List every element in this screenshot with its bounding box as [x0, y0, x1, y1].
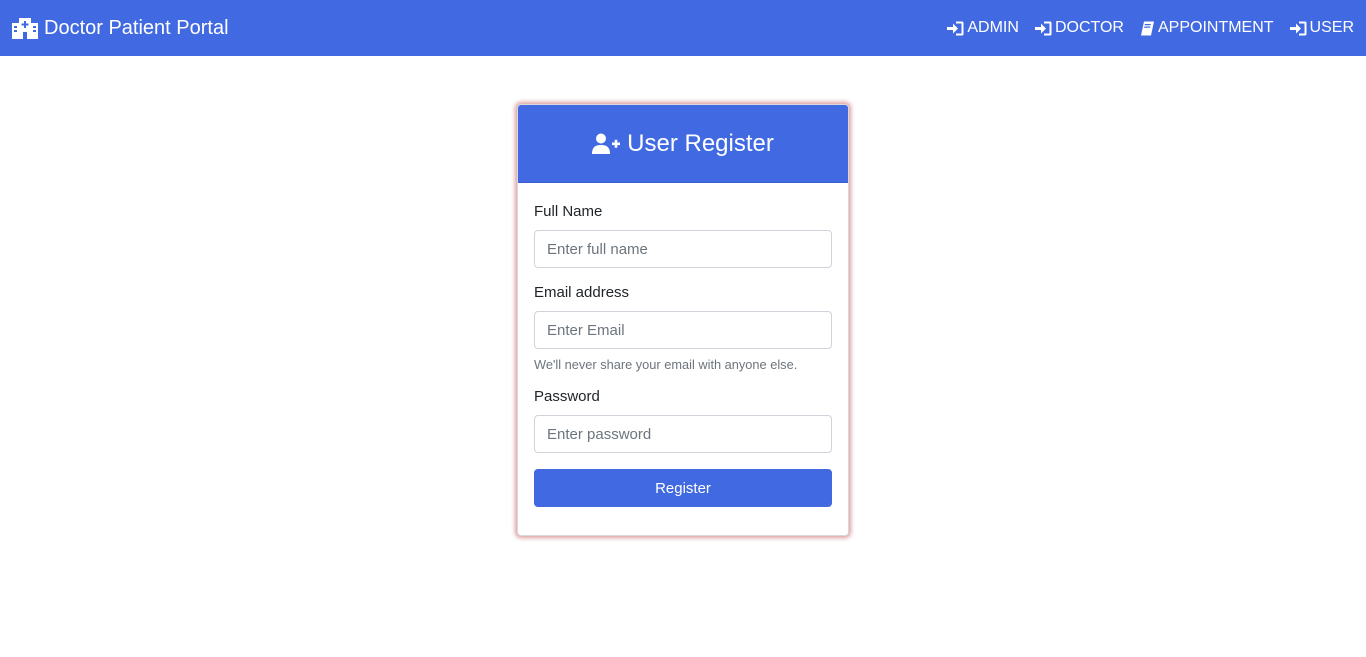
nav-doctor[interactable]: DOCTOR	[1034, 19, 1124, 37]
nav-user-label: USER	[1309, 19, 1354, 36]
password-label: Password	[534, 388, 600, 405]
password-input[interactable]	[534, 415, 832, 453]
email-help-text: We'll never share your email with anyone…	[534, 357, 798, 372]
brand-title: Doctor Patient Portal	[44, 16, 229, 39]
card-header: User Register	[518, 105, 848, 183]
register-form: Full Name Email address We'll never shar…	[518, 183, 848, 523]
brand-link[interactable]: Doctor Patient Portal	[12, 17, 229, 40]
sign-in-icon	[1034, 21, 1052, 36]
book-icon	[1140, 21, 1155, 36]
user-plus-icon	[592, 133, 621, 155]
card-title: User Register	[627, 129, 774, 157]
full-name-group: Full Name	[534, 203, 832, 268]
full-name-label: Full Name	[534, 203, 603, 220]
nav-appointment[interactable]: APPOINTMENT	[1140, 19, 1274, 37]
nav-admin[interactable]: ADMIN	[947, 19, 1019, 37]
nav-admin-label: ADMIN	[967, 19, 1019, 36]
sign-in-icon	[1289, 21, 1307, 36]
nav-appointment-label: APPOINTMENT	[1157, 19, 1274, 36]
hospital-icon	[12, 17, 38, 39]
nav-doctor-label: DOCTOR	[1054, 19, 1124, 36]
password-group: Password	[534, 388, 832, 453]
nav-user[interactable]: USER	[1289, 19, 1354, 37]
email-group: Email address We'll never share your ema…	[534, 284, 832, 372]
nav-links: ADMIN DOCTOR APPOINTMENT USER	[947, 19, 1354, 37]
email-input[interactable]	[534, 311, 832, 349]
register-card: User Register Full Name Email address We…	[517, 104, 849, 536]
register-button[interactable]: Register	[534, 469, 832, 507]
sign-in-icon	[947, 21, 964, 36]
email-label: Email address	[534, 284, 630, 301]
top-navbar: Doctor Patient Portal ADMIN DOCTOR APPOI…	[0, 0, 1366, 56]
full-name-input[interactable]	[534, 230, 832, 268]
